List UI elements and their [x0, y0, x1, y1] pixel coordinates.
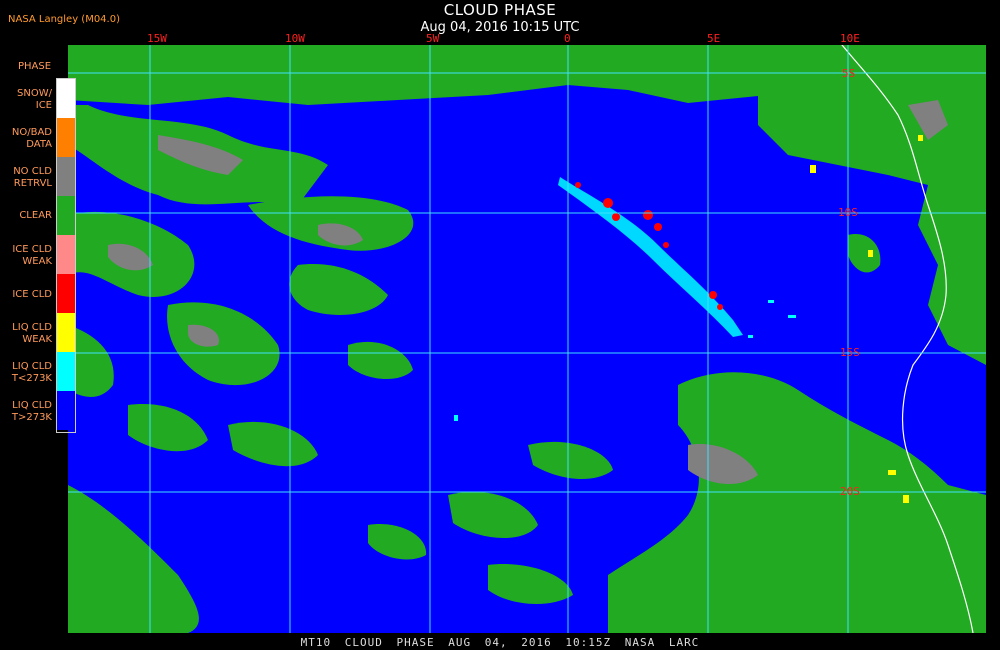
legend-swatch-ice-cloud-weak: [57, 235, 75, 274]
legend-label-liquid-cloud-warm: LIQ CLD T>273K: [11, 400, 52, 423]
legend-label-liquid-cloud-weak: LIQ CLD WEAK: [12, 322, 52, 345]
phase-legend: [56, 78, 76, 433]
cloud-phase-map: [68, 45, 986, 633]
legend-swatch-ice-cloud: [57, 274, 75, 313]
legend-swatch-no-cloud-retrieval: [57, 157, 75, 196]
legend-swatch-no-bad-data: [57, 118, 75, 157]
legend-label-liquid-cloud-cold: LIQ CLD T<273K: [11, 361, 52, 384]
legend-label-no-cloud-retrieval: NO CLD RETRVL: [13, 166, 52, 189]
lat-label-5s: 5S: [842, 67, 856, 80]
lon-label-5w: 5W: [426, 32, 440, 45]
legend-swatch-snow-ice: [57, 79, 75, 118]
lat-label-15s: 15S: [840, 346, 860, 359]
map-canvas: [68, 45, 986, 633]
legend-swatch-clear: [57, 196, 75, 235]
lon-label-10e: 10E: [840, 32, 860, 45]
lon-label-0: 0: [564, 32, 571, 45]
agency-label: NASA Langley (M04.0): [8, 14, 120, 25]
legend-label-no-bad-data: NO/BAD DATA: [11, 127, 52, 150]
lat-label-20s: 20S: [840, 485, 860, 498]
lon-label-5e: 5E: [707, 32, 721, 45]
chart-title: CLOUD PHASE: [443, 1, 557, 19]
legend-label-ice-cloud-weak: ICE CLD WEAK: [12, 244, 52, 267]
legend-label-clear: CLEAR: [19, 210, 52, 221]
legend-swatch-liquid-cloud-weak: [57, 313, 75, 352]
lon-label-10w: 10W: [285, 32, 305, 45]
legend-label-snow-ice: SNOW/ICE: [17, 88, 52, 111]
legend-title: PHASE: [18, 61, 52, 72]
lon-label-15w: 15W: [147, 32, 167, 45]
legend-swatch-liquid-cloud-cold: [57, 352, 75, 391]
footer-caption: MT10 CLOUD PHASE AUG 04, 2016 10:15Z NAS…: [300, 636, 700, 649]
lat-label-10s: 10S: [838, 206, 858, 219]
legend-swatch-liquid-cloud-warm: [57, 391, 75, 430]
legend-label-ice-cloud: ICE CLD: [12, 289, 52, 300]
